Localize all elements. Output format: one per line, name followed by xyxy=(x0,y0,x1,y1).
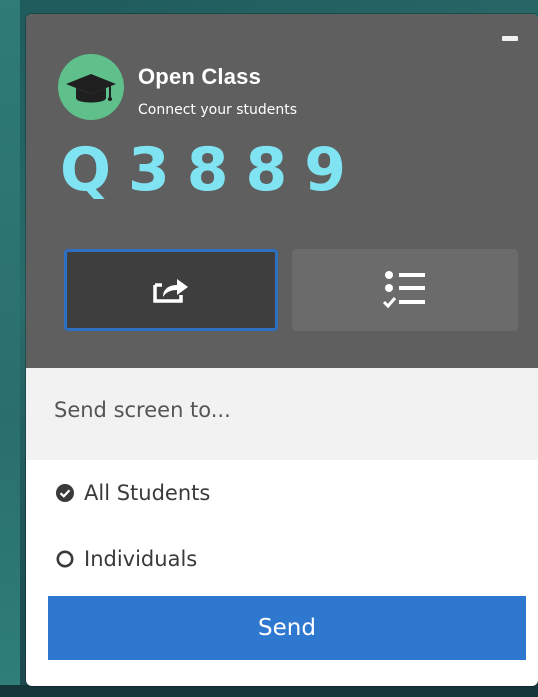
open-class-panel: Open Class Connect your students Q3889 S… xyxy=(26,14,538,686)
check-circle-icon xyxy=(56,484,74,502)
desktop-bottom-edge xyxy=(0,685,538,697)
minimize-icon[interactable] xyxy=(500,30,520,48)
individuals-label: Individuals xyxy=(84,547,198,571)
app-subtitle: Connect your students xyxy=(138,102,298,118)
app-title: Open Class xyxy=(138,64,262,89)
send-screen-section: Send screen to... xyxy=(26,368,538,460)
class-code: Q3889 xyxy=(60,135,363,205)
panel-header: Open Class Connect your students Q3889 xyxy=(26,14,538,368)
send-button[interactable]: Send xyxy=(48,596,526,660)
all-students-label: All Students xyxy=(84,481,211,505)
graduation-cap-logo-icon xyxy=(58,54,124,120)
empty-circle-icon xyxy=(56,550,74,568)
share-screen-mode-button[interactable] xyxy=(64,249,278,331)
desktop-background xyxy=(0,0,20,697)
checklist-mode-button[interactable] xyxy=(292,249,518,331)
all-students-option[interactable]: All Students xyxy=(56,476,210,510)
checklist-icon xyxy=(382,271,425,309)
send-screen-prompt: Send screen to... xyxy=(54,398,231,422)
individuals-option[interactable]: Individuals xyxy=(56,542,197,576)
share-screen-icon xyxy=(153,279,188,303)
